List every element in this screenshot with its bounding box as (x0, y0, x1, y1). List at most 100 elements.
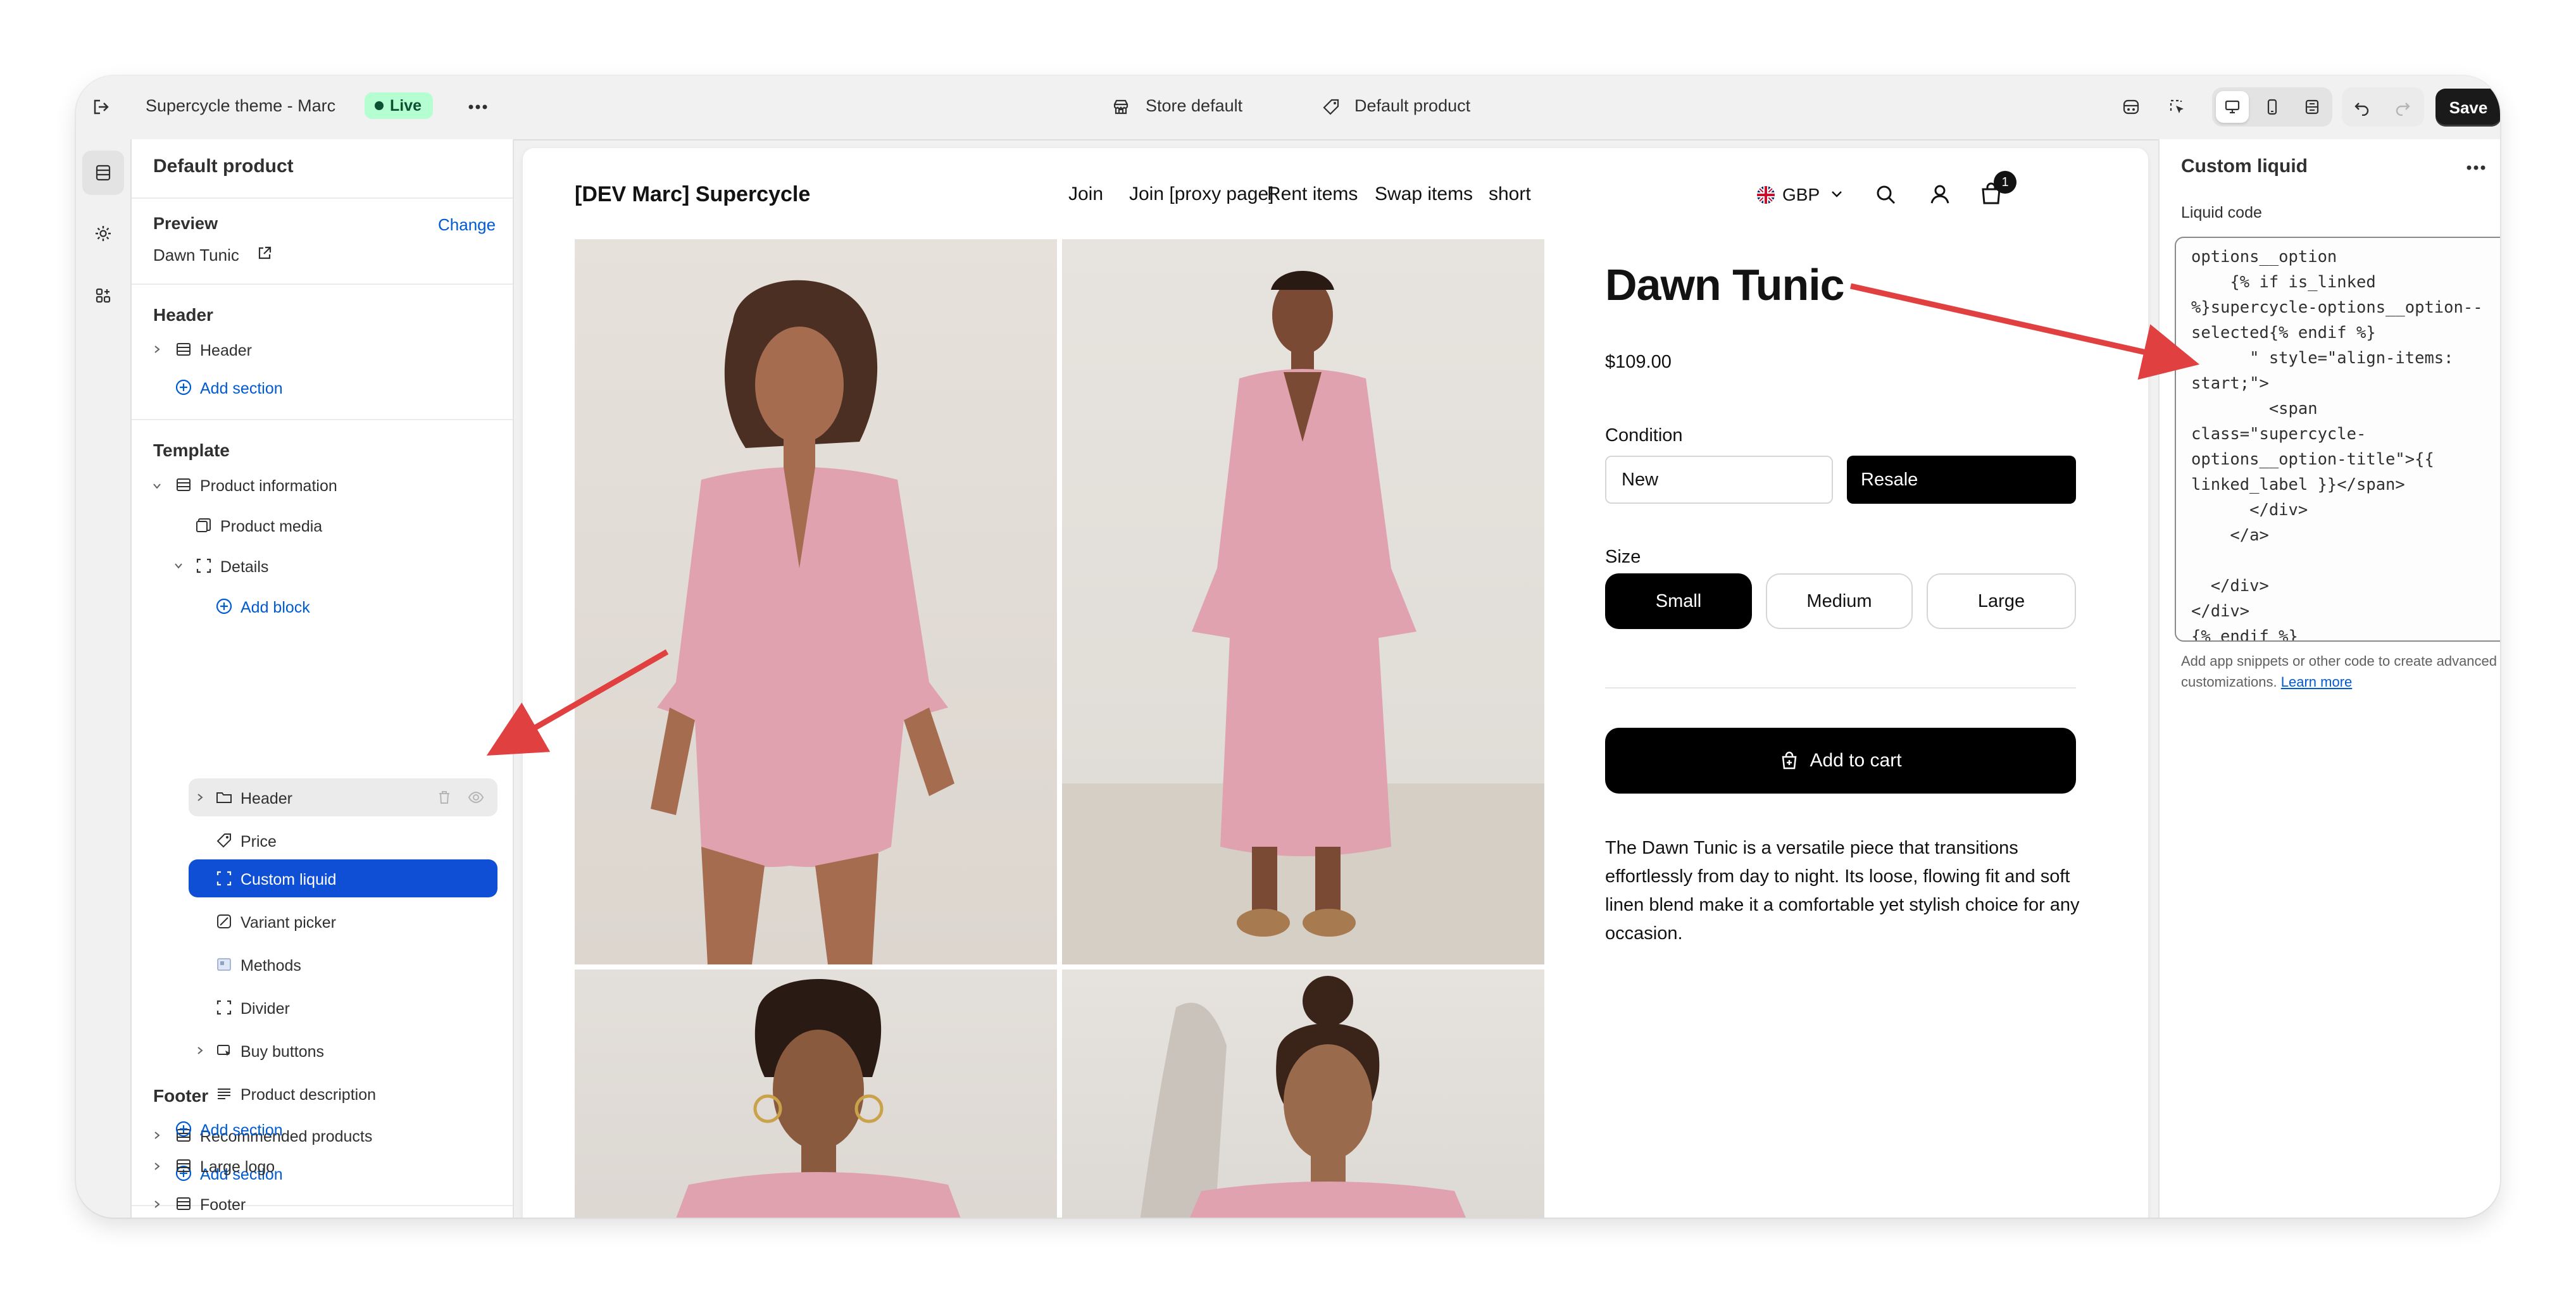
size-large-label: Large (1977, 590, 2025, 611)
liquid-help-text: Add app snippets or other code to create… (2181, 651, 2500, 692)
inspector-icon[interactable] (2161, 91, 2193, 123)
redo-icon[interactable] (2386, 91, 2419, 123)
variant-picker-icon (217, 914, 231, 928)
tree-row-custom-liquid-selected[interactable] (189, 859, 497, 897)
cart-add-icon (1782, 751, 1797, 770)
tree-item-footer[interactable]: Footer (200, 1196, 246, 1214)
section-icon (177, 478, 191, 491)
section-icon (177, 1159, 191, 1172)
mobile-view-icon[interactable] (2256, 91, 2289, 123)
sections-icon[interactable] (82, 151, 124, 195)
undo-redo-group (2342, 87, 2424, 127)
tree-item-buy-buttons[interactable]: Buy buttons (241, 1043, 324, 1061)
folder-icon (216, 792, 232, 803)
tree-item-header[interactable]: Header (200, 342, 252, 360)
price-icon (216, 833, 231, 848)
block-icon (216, 871, 232, 886)
nav-link-join-proxy[interactable]: Join [proxy page] (1129, 184, 1273, 205)
nav-link-short[interactable]: short (1489, 184, 1531, 205)
tree-item-large-logo[interactable]: Large logo (200, 1158, 275, 1176)
add-circle-icon[interactable] (215, 597, 233, 615)
save-button[interactable]: Save (2435, 89, 2500, 127)
more-actions-icon[interactable] (462, 91, 494, 123)
settings-gear-icon[interactable] (82, 211, 124, 256)
chevron-down-icon[interactable] (1830, 190, 1843, 199)
block-icon (196, 558, 211, 573)
product-photo-3[interactable] (575, 970, 1057, 1218)
template-selector[interactable]: Default product (1354, 96, 1470, 116)
external-link-icon[interactable] (256, 244, 273, 265)
add-section-link[interactable]: Add section (200, 1121, 283, 1140)
divider (132, 197, 513, 199)
store-preview: [DEV Marc] Supercycle Join Join [proxy p… (523, 148, 2148, 1218)
block-settings-panel: Custom liquid Liquid code options__optio… (2158, 139, 2500, 1218)
liquid-code-content[interactable]: options__option {% if is_linked %}superc… (2176, 238, 2500, 640)
tree-item-methods[interactable]: Methods (241, 957, 301, 975)
chevron-down-icon[interactable] (151, 480, 163, 492)
add-section-link[interactable]: Add section (200, 380, 283, 398)
exit-icon[interactable] (85, 91, 116, 123)
nav-link-swap-items[interactable]: Swap items (1375, 184, 1473, 205)
search-icon[interactable] (1875, 184, 1898, 206)
product-photo-2[interactable] (1062, 239, 1544, 964)
chevron-right-icon[interactable] (151, 343, 163, 356)
tree-item-variant-picker[interactable]: Variant picker (241, 914, 336, 932)
size-option-large[interactable]: Large (1927, 573, 2076, 629)
tree-item-details[interactable]: Details (220, 558, 268, 577)
nav-link-rent-items[interactable]: Rent items (1267, 184, 1358, 205)
condition-option-resale-label: Resale (1861, 469, 1918, 490)
product-photo-4[interactable] (1062, 970, 1544, 1218)
add-to-cart-label: Add to cart (1810, 750, 1902, 771)
chevron-right-icon[interactable] (153, 1200, 161, 1209)
size-label: Size (1605, 547, 1641, 567)
learn-more-link[interactable]: Learn more (2281, 674, 2353, 690)
add-to-cart-button[interactable]: Add to cart (1605, 728, 2076, 794)
tree-item-price[interactable]: Price (241, 833, 277, 851)
chevron-right-icon[interactable] (153, 1162, 161, 1171)
header-group-title: Header (153, 305, 213, 325)
tag-icon[interactable] (1315, 91, 1347, 123)
app-embed-icon[interactable] (2115, 91, 2147, 123)
tree-item-product-information[interactable]: Product information (200, 477, 337, 496)
block-settings-title: Custom liquid (2181, 156, 2308, 177)
size-small-label: Small (1655, 590, 1702, 611)
tree-item-divider[interactable]: Divider (241, 1000, 290, 1018)
tree-item-header-block[interactable]: Header (241, 790, 292, 808)
liquid-code-editor[interactable]: options__option {% if is_linked %}superc… (2175, 237, 2500, 642)
desktop-view-icon[interactable] (2216, 91, 2249, 123)
chevron-right-icon[interactable] (194, 1044, 206, 1057)
chevron-down-icon[interactable] (172, 559, 185, 572)
add-block-link[interactable]: Add block (241, 599, 310, 617)
product-price: $109.00 (1605, 352, 1672, 372)
nav-link-join[interactable]: Join (1068, 184, 1103, 205)
change-preview-link[interactable]: Change (438, 215, 496, 235)
footer-group-title: Footer (153, 1086, 209, 1106)
eye-icon[interactable] (467, 789, 485, 806)
product-divider (1605, 687, 2076, 689)
currency-selector[interactable]: GBP (1782, 185, 1820, 205)
icon-rail (76, 139, 132, 1218)
size-option-small-selected[interactable]: Small (1605, 573, 1752, 629)
tree-item-product-media[interactable]: Product media (220, 518, 322, 536)
product-title: Dawn Tunic (1605, 260, 1845, 309)
tree-item-custom-liquid[interactable]: Custom liquid (241, 871, 336, 889)
store-selector[interactable]: Store default (1146, 96, 1242, 116)
more-options-icon[interactable] (2466, 165, 2486, 171)
account-icon[interactable] (1928, 182, 1952, 206)
product-photo-1[interactable] (575, 239, 1057, 964)
chevron-right-icon[interactable] (194, 791, 206, 804)
store-name[interactable]: [DEV Marc] Supercycle (575, 182, 810, 207)
section-icon (177, 1197, 191, 1210)
fullscreen-view-icon[interactable] (2296, 91, 2329, 123)
condition-option-new[interactable]: New (1605, 456, 1833, 504)
add-circle-icon[interactable] (175, 1120, 192, 1138)
apps-icon[interactable] (82, 273, 124, 318)
store-icon[interactable] (1105, 91, 1137, 123)
undo-icon[interactable] (2346, 91, 2379, 123)
device-toggle-group (2212, 87, 2332, 127)
condition-option-resale-selected[interactable]: Resale (1847, 456, 2076, 504)
size-option-medium[interactable]: Medium (1766, 573, 1913, 629)
add-circle-icon[interactable] (175, 378, 192, 396)
preview-label: Preview (153, 214, 218, 233)
trash-icon[interactable] (435, 789, 453, 806)
